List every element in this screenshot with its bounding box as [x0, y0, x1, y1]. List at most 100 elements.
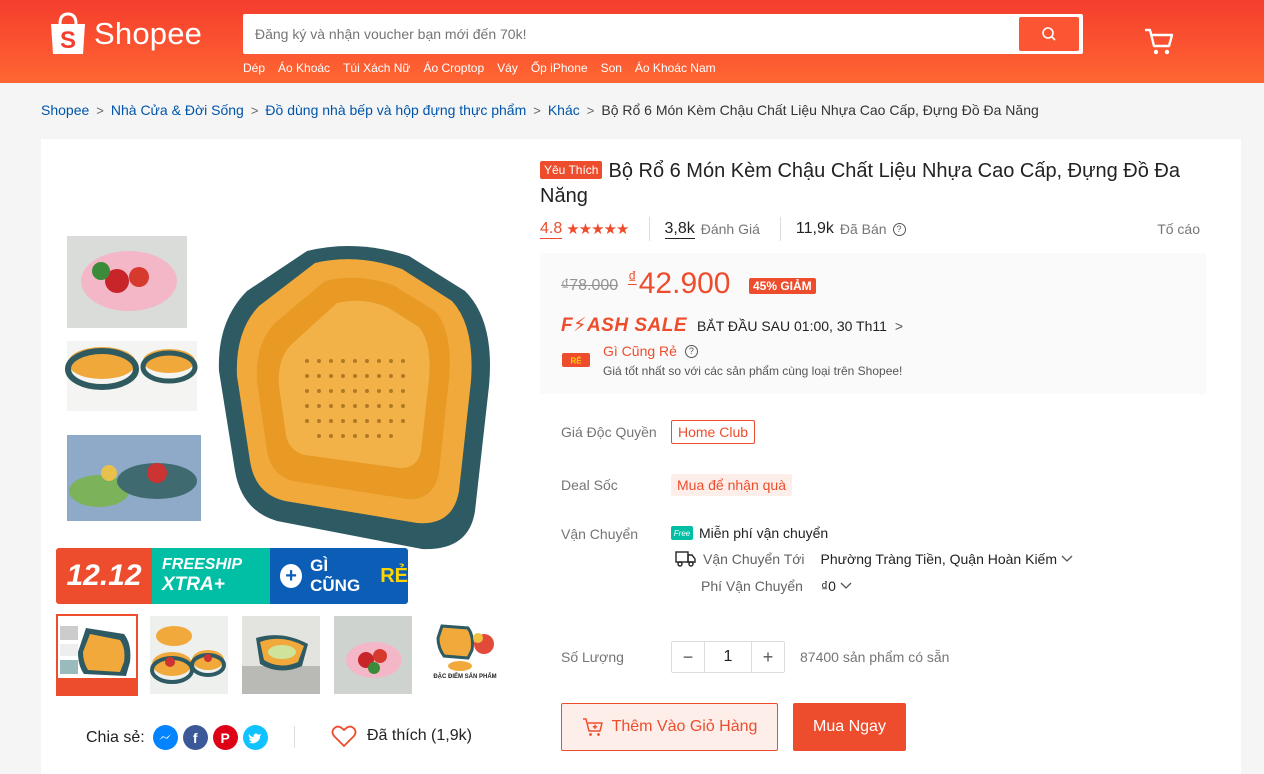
review-label: Đánh Giá	[700, 221, 760, 237]
banner-date: 12.12	[56, 548, 152, 604]
product-title: Bộ Rổ 6 Món Kèm Chậu Chất Liệu Nhựa Cao …	[540, 160, 1180, 207]
discount-badge: 45% GIẢM	[749, 278, 816, 294]
stock-count: 87400 sản phẩm có sẵn	[800, 649, 950, 665]
rating-stars-icon: ★★★★★	[566, 221, 629, 238]
ship-fee-selector[interactable]: ₫0	[821, 578, 852, 594]
thumbnail-picture	[150, 616, 228, 694]
buy-now-button[interactable]: Mua Ngay	[793, 703, 906, 751]
report-link[interactable]: Tố cáo	[1157, 221, 1200, 237]
quantity-increase-button[interactable]: +	[752, 642, 784, 672]
search-input[interactable]	[255, 14, 995, 54]
help-icon[interactable]: ?	[684, 344, 698, 358]
pinterest-icon[interactable]: P	[212, 725, 238, 750]
keyword-link[interactable]: Ốp iPhone	[531, 61, 588, 75]
plus-icon: +	[280, 564, 303, 588]
keyword-link[interactable]: Váy	[497, 61, 518, 75]
price-box: ₫78.000 ₫42.900 45% GIẢM F⚡ASH SALE BẮT …	[540, 253, 1206, 394]
ship-to-selector[interactable]: Phường Tràng Tiền, Quận Hoàn Kiếm	[821, 551, 1073, 567]
keyword-link[interactable]: Son	[601, 61, 622, 75]
keyword-link[interactable]: Áo Khoác Nam	[635, 61, 716, 75]
exclusive-price-tag[interactable]: Home Club	[671, 420, 756, 444]
messenger-icon[interactable]	[152, 725, 178, 750]
thumbnail-image[interactable]	[56, 614, 138, 696]
product-card: 12.12 FREESHIP XTRA+ + GÌ CŨNG RẺ ĐẶC ĐI…	[41, 139, 1241, 774]
chevron-down-icon	[1061, 555, 1073, 562]
ship-to-value: Phường Tràng Tiền, Quận Hoàn Kiếm	[820, 551, 1058, 567]
keyword-link[interactable]: Áo Khoác	[278, 61, 330, 75]
original-price: ₫78.000	[561, 277, 619, 294]
ship-fee-label: Phí Vận Chuyển	[701, 578, 803, 594]
chevron-right-icon: >	[586, 102, 595, 118]
free-ship-icon: Free	[671, 526, 693, 540]
banner-cheap-label: GÌ CŨNG	[310, 556, 361, 595]
deal-label: Deal Sốc	[561, 477, 618, 493]
shipping-label: Vận Chuyển	[561, 526, 639, 542]
flash-sale-time: BẮT ĐẦU SAU 01:00, 30 Th11	[697, 317, 887, 334]
free-shipping-text: Miễn phí vận chuyển	[699, 525, 829, 541]
cheap-title: Gì Cũng Rẻ	[603, 343, 677, 359]
chevron-right-icon: >	[533, 102, 541, 118]
logo-text: Shopee	[94, 16, 203, 51]
thumbnail-image[interactable]	[240, 614, 322, 696]
breadcrumb-link[interactable]: Nhà Cửa & Đời Sống	[111, 102, 244, 118]
add-to-cart-button[interactable]: Thêm Vào Giỏ Hàng	[561, 703, 778, 751]
chevron-right-icon: >	[96, 102, 104, 118]
search-bar	[243, 14, 1083, 54]
top-header: S Shopee Dép Áo Khoác Túi Xách Nữ Áo Cro…	[0, 0, 1264, 83]
thumbnail-image[interactable]: ĐẶC ĐIỂM SẢN PHẨM	[424, 614, 506, 696]
twitter-icon[interactable]	[242, 725, 268, 750]
ship-to-row: Vận Chuyển Tới Phường Tràng Tiền, Quận H…	[675, 550, 1073, 568]
rating-divider	[779, 217, 781, 241]
exclusive-price-label: Giá Độc Quyền	[561, 424, 657, 440]
thumbnail-picture	[242, 616, 320, 694]
chevron-right-icon: >	[250, 102, 259, 118]
cart-icon[interactable]	[1143, 26, 1175, 56]
quantity-stepper: − 1 +	[671, 641, 785, 673]
share-divider	[294, 726, 295, 748]
chevron-down-icon	[840, 582, 852, 589]
chevron-right-icon: >	[894, 317, 904, 334]
search-button[interactable]	[1019, 17, 1079, 51]
facebook-icon[interactable]: f	[182, 725, 208, 750]
keyword-link[interactable]: Túi Xách Nữ	[343, 61, 410, 75]
banner-cheap: + GÌ CŨNG RẺ	[270, 548, 408, 604]
sale-price-value: 42.900	[638, 267, 731, 300]
keyword-link[interactable]: Áo Croptop	[423, 61, 484, 75]
cheap-guarantee: RẺ Gì Cũng Rẻ ? Giá tốt nhất so với các …	[561, 343, 902, 378]
liked-count: Đã thích (1,9k)	[367, 727, 472, 744]
shopee-bag-icon: S	[51, 12, 85, 54]
add-to-cart-icon	[582, 718, 603, 736]
heart-icon	[331, 725, 357, 748]
ship-fee-value: ₫0	[820, 578, 836, 594]
breadcrumb-link[interactable]: Shopee	[41, 102, 89, 118]
shopee-logo[interactable]: S Shopee	[48, 12, 202, 56]
search-icon	[1042, 27, 1056, 41]
quantity-decrease-button[interactable]: −	[672, 642, 704, 672]
thumbnail-picture	[426, 616, 504, 694]
cheap-badge-icon: RẺ	[562, 353, 590, 367]
flash-sale-row[interactable]: F⚡ASH SALE BẮT ĐẦU SAU 01:00, 30 Th11 >	[561, 314, 903, 337]
search-keywords: Dép Áo Khoác Túi Xách Nữ Áo Croptop Váy …	[243, 61, 716, 75]
banner-freeship-label: FREESHIP	[162, 556, 243, 573]
share-icons: f P	[152, 725, 268, 750]
review-count[interactable]: 3,8k	[664, 220, 695, 239]
like-button[interactable]: Đã thích (1,9k)	[331, 724, 472, 748]
sale-price: ₫42.900	[628, 267, 731, 301]
ship-fee-row: Phí Vận Chuyển ₫0	[701, 578, 852, 594]
free-shipping-row: Free Miễn phí vận chuyển	[671, 525, 828, 541]
thumbnail-picture	[334, 616, 412, 694]
deal-tag[interactable]: Mua để nhận quà	[671, 474, 792, 496]
quantity-input[interactable]: 1	[704, 642, 752, 672]
share-label: Chia sẻ:	[86, 728, 145, 746]
breadcrumb-link[interactable]: Khác	[548, 102, 580, 118]
help-icon[interactable]: ?	[892, 222, 906, 236]
breadcrumb-link[interactable]: Đồ dùng nhà bếp và hộp đựng thực phẩm	[265, 102, 526, 118]
keyword-link[interactable]: Dép	[243, 61, 265, 75]
rating-score[interactable]: 4.8	[540, 220, 563, 239]
add-to-cart-label: Thêm Vào Giỏ Hàng	[611, 718, 758, 735]
thumbnail-image[interactable]	[332, 614, 414, 696]
thumbnail-picture	[58, 616, 136, 694]
favorite-badge: Yêu Thích	[540, 161, 603, 179]
banner-xtra-label: XTRA+	[162, 574, 225, 595]
thumbnail-image[interactable]	[148, 614, 230, 696]
